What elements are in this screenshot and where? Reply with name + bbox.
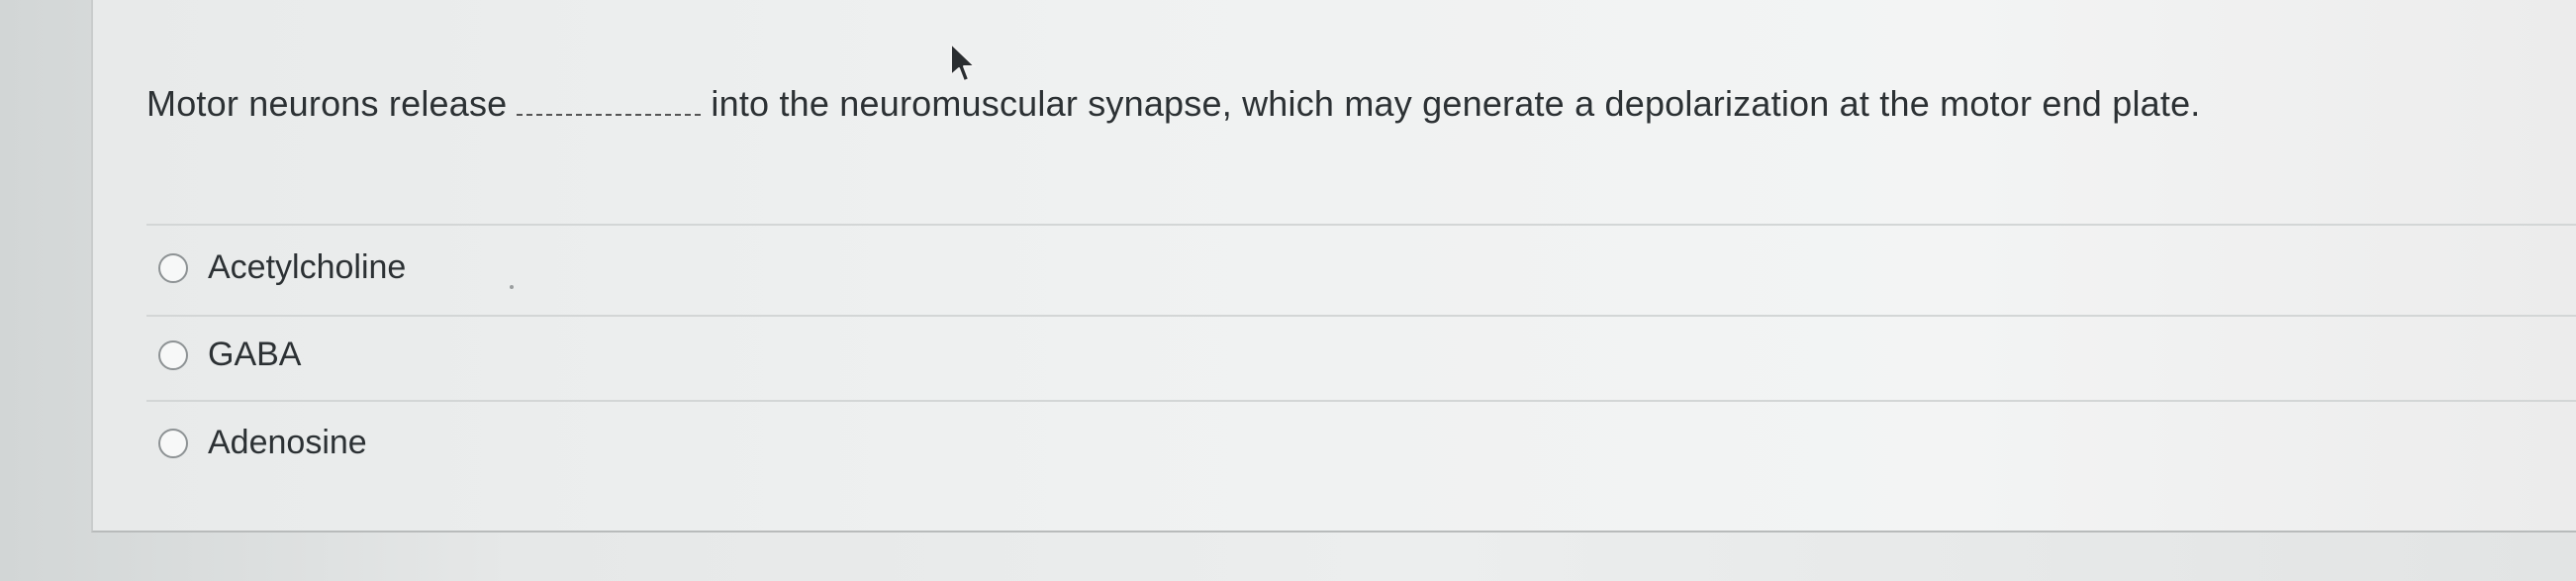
option-label: GABA: [208, 336, 302, 373]
radio-button-icon[interactable]: [158, 428, 188, 458]
divider: [146, 315, 2576, 317]
question-text-after: into the neuromuscular synapse, which ma…: [711, 83, 2201, 124]
option-adenosine[interactable]: Adenosine: [158, 424, 367, 462]
question-text-before: Motor neurons release: [146, 83, 508, 124]
question-panel: [91, 0, 2576, 533]
screen-speck: [510, 285, 514, 289]
option-gaba[interactable]: GABA: [158, 336, 301, 374]
radio-button-icon[interactable]: [158, 252, 188, 283]
option-label: Adenosine: [208, 424, 367, 461]
divider: [146, 224, 2576, 226]
option-label: Acetylcholine: [208, 248, 407, 286]
option-acetylcholine[interactable]: Acetylcholine: [158, 248, 406, 287]
divider: [146, 400, 2576, 402]
question-prompt: Motor neurons release into the neuromuscu…: [146, 83, 2201, 125]
radio-button-icon[interactable]: [158, 339, 188, 370]
answer-blank: [517, 88, 702, 116]
mouse-cursor-icon: [950, 43, 976, 82]
